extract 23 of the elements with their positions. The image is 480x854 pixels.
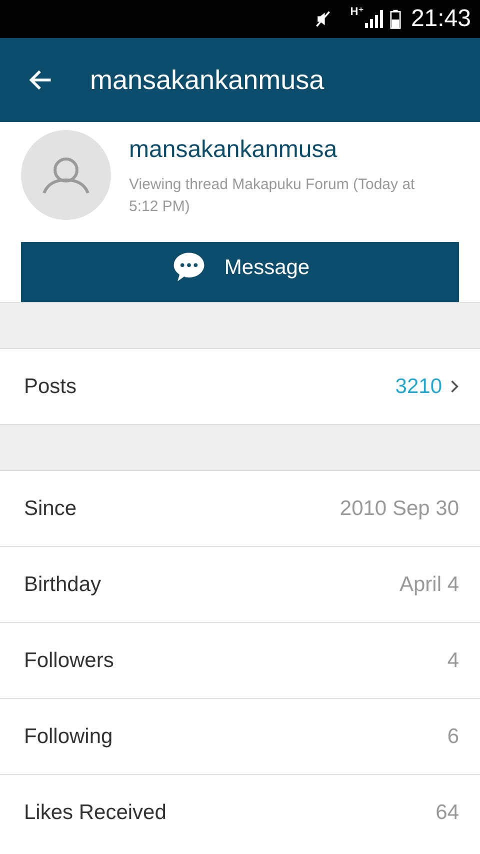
stat-label: Posts (24, 374, 78, 398)
message-button[interactable]: Message (21, 242, 459, 302)
stat-value: 3210 (395, 374, 442, 398)
signal-icon (364, 9, 384, 29)
chevron-right-icon (450, 380, 459, 393)
stat-value: 2010 Sep 30 (340, 496, 459, 520)
stat-value: 64 (436, 800, 459, 824)
stat-label: Followers (24, 648, 115, 672)
stat-label: Birthday (24, 572, 102, 596)
stat-value: April 4 (399, 572, 459, 596)
network-type: H⁺ (350, 5, 364, 18)
stat-label: Since (24, 496, 78, 520)
stat-label: Following (24, 724, 114, 748)
screen-title: mansakankanmusa (90, 64, 324, 96)
stat-label: Likes Received (24, 800, 168, 824)
avatar-icon (21, 130, 111, 220)
stat-value: 6 (447, 724, 459, 748)
muted-speaker-icon (314, 10, 332, 28)
user-name: mansakankanmusa (129, 136, 338, 164)
clock: 21:43 (410, 5, 471, 33)
battery-icon (390, 8, 401, 30)
stat-value: 4 (447, 648, 459, 672)
activity-text: Viewing thread Makapuku Forum (Today at 5:12 PM) (129, 175, 416, 217)
